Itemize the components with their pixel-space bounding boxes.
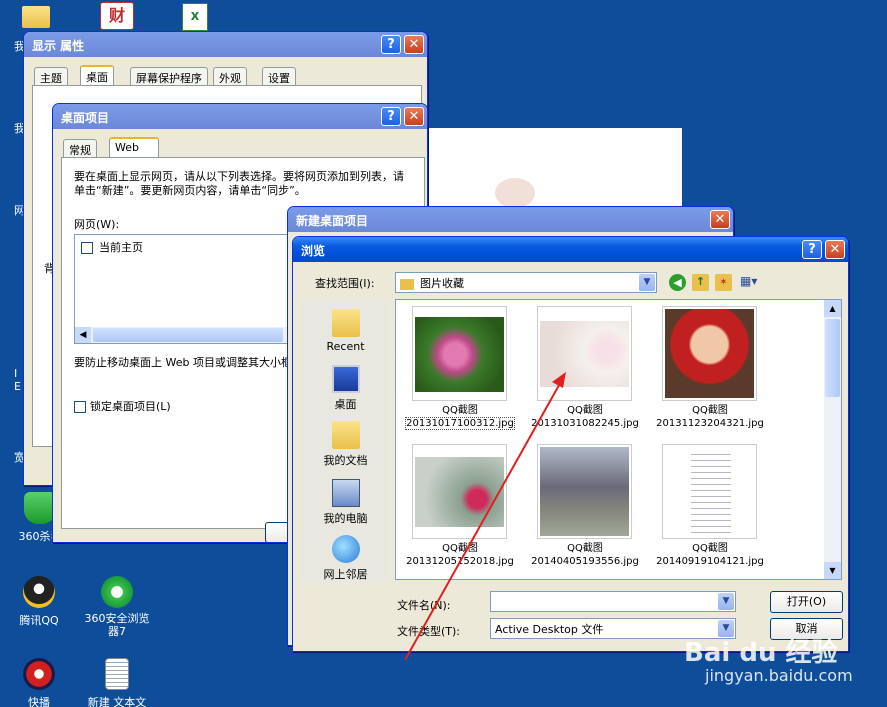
annotation-arrow-line xyxy=(404,377,564,661)
annotation-arrowhead xyxy=(552,372,566,388)
watermark-url: jingyan.baidu.com xyxy=(705,666,853,685)
watermark-logo: Bai du 经验 xyxy=(684,638,838,668)
annotation-arrow xyxy=(404,372,566,661)
